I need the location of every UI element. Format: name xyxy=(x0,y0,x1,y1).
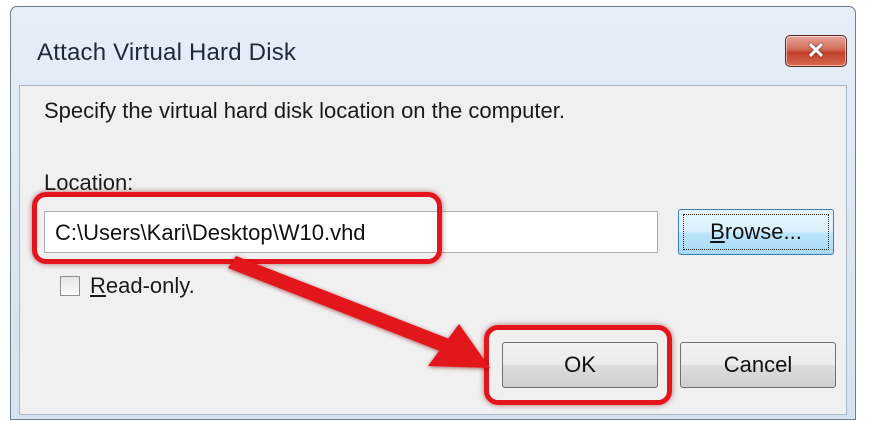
focus-rectangle xyxy=(683,214,829,250)
ok-highlight xyxy=(484,325,672,405)
title-bar: Attach Virtual Hard Disk ✕ xyxy=(11,7,855,83)
browse-button[interactable]: Browse... xyxy=(678,209,834,255)
close-button[interactable]: ✕ xyxy=(785,35,847,67)
instruction-text: Specify the virtual hard disk location o… xyxy=(44,98,565,123)
readonly-label[interactable]: Read-only. xyxy=(90,273,195,299)
readonly-checkbox[interactable] xyxy=(60,276,80,296)
cancel-button[interactable]: Cancel xyxy=(680,342,836,388)
close-icon: ✕ xyxy=(806,38,826,63)
path-highlight xyxy=(32,192,442,264)
window-title: Attach Virtual Hard Disk xyxy=(37,39,297,66)
